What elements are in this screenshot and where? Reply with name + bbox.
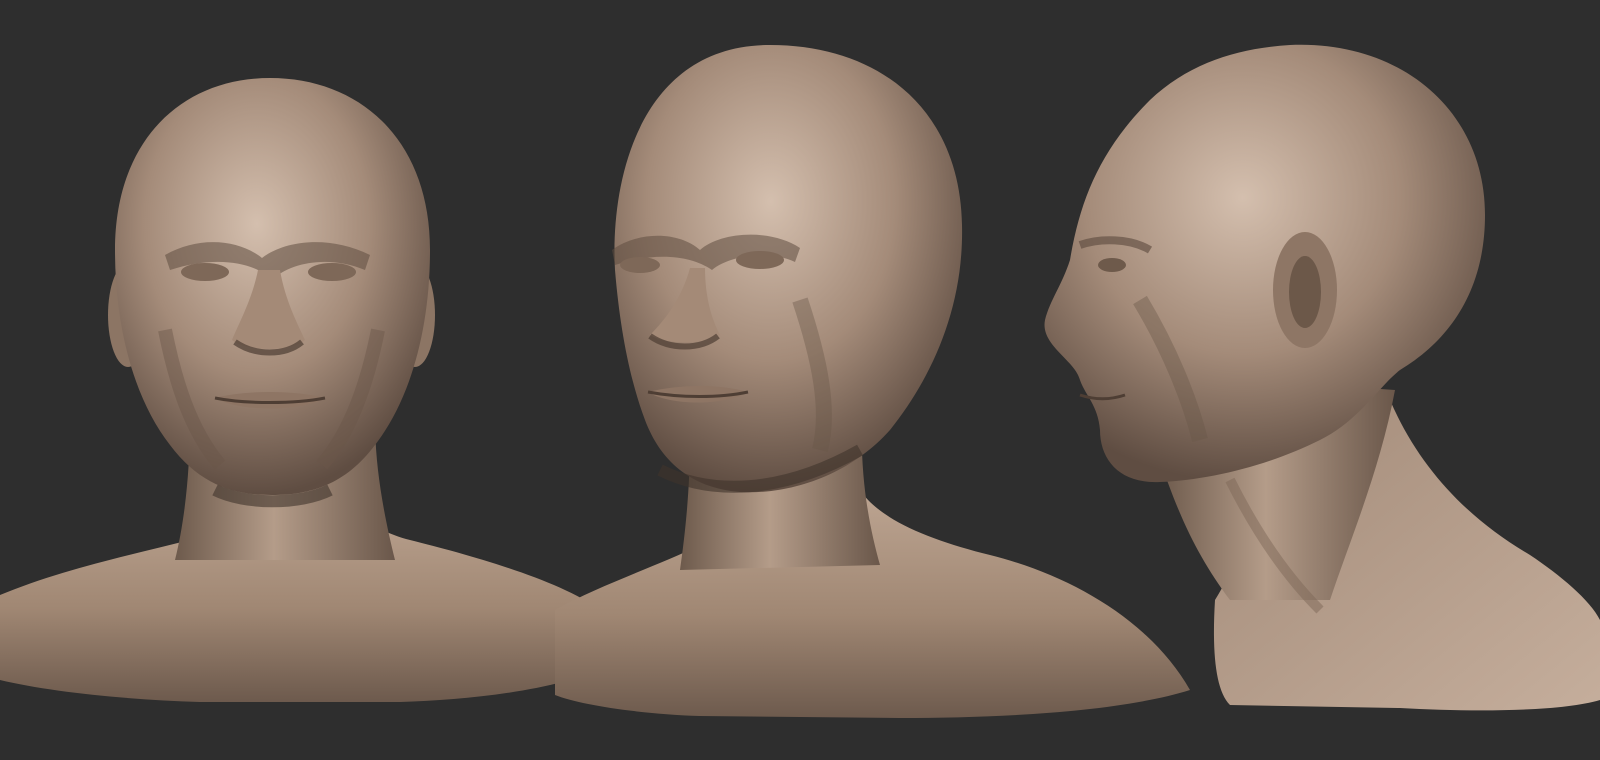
tq-left-eye [620,257,660,273]
tq-shoulders [555,490,1190,718]
render-viewport [0,0,1600,760]
tq-right-eye [736,251,784,269]
front-right-eye [308,263,356,281]
side-view-bust [1044,44,1600,711]
front-left-eye [181,263,229,281]
side-eye [1098,258,1126,272]
front-view-bust [0,78,610,702]
tq-head [614,45,963,493]
side-ear-inner [1289,256,1321,328]
render-canvas [0,44,1600,718]
